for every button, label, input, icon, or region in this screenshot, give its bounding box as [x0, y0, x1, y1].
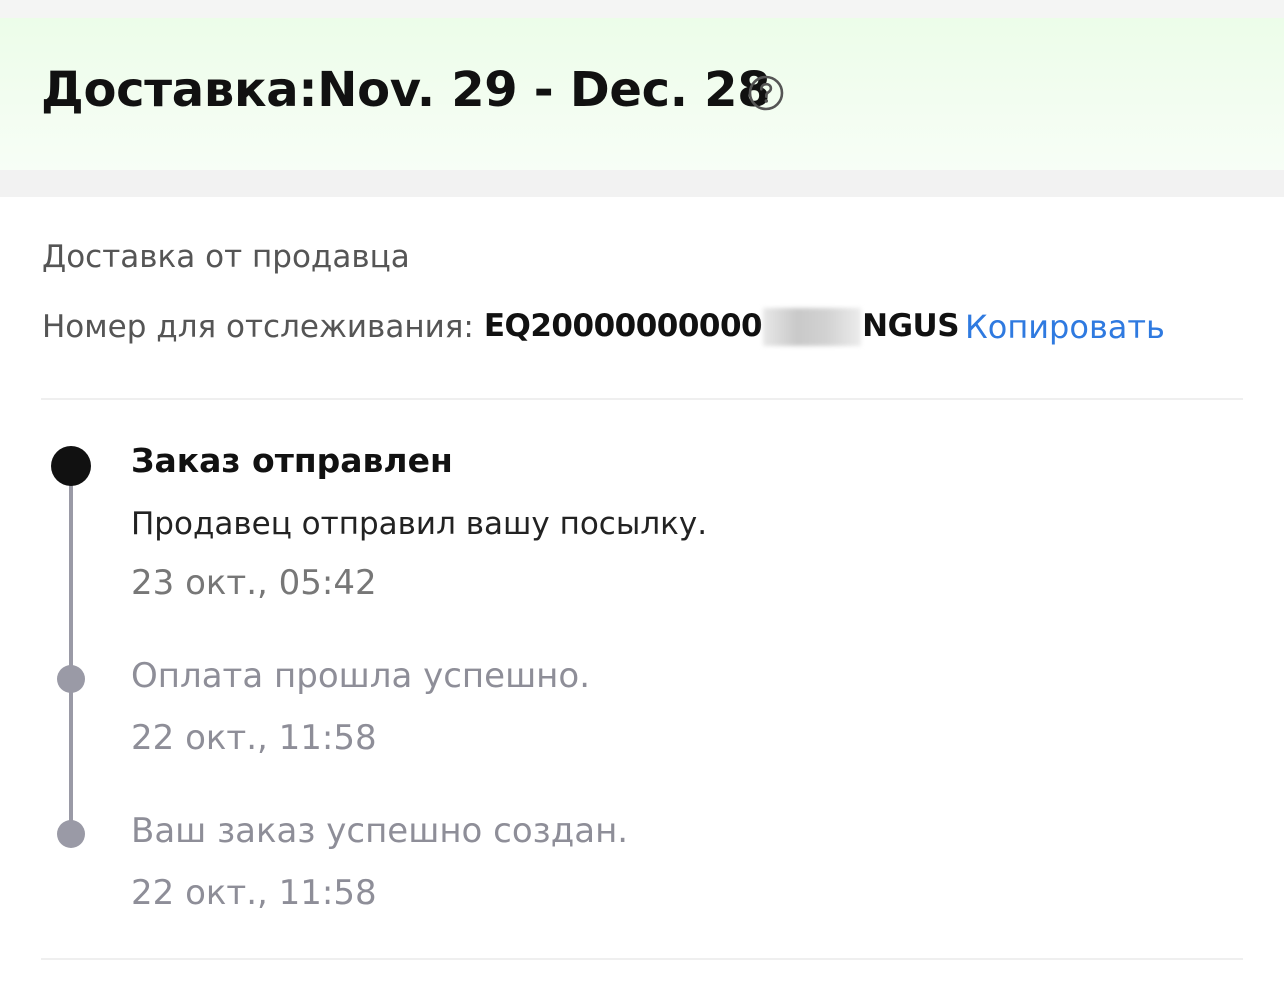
tracking-label: Номер для отслеживания:	[42, 309, 474, 345]
timeline-dot-active	[51, 446, 91, 486]
timeline-dot	[57, 820, 85, 848]
top-strip	[0, 0, 1284, 18]
divider	[41, 398, 1243, 400]
divider	[41, 958, 1243, 960]
question-circle-icon[interactable]	[748, 75, 784, 111]
delivery-title: Доставка:Nov. 29 - Dec. 28	[41, 62, 771, 118]
event-time-created: 22 окт., 11:58	[131, 873, 377, 913]
timeline-dot	[57, 665, 85, 693]
seller-delivery-label: Доставка от продавца	[42, 239, 410, 275]
event-text-shipped: Продавец отправил вашу посылку.	[131, 506, 708, 542]
event-time-shipped: 23 окт., 05:42	[131, 563, 377, 603]
tracking-number: EQ20000000000 NGUS	[483, 307, 960, 347]
tracking-number-suffix: NGUS	[862, 307, 960, 344]
tracking-number-redacted	[763, 308, 862, 347]
tracking-row: Номер для отслеживания: EQ20000000000 NGU…	[42, 306, 1165, 348]
copy-tracking-button[interactable]: Копировать	[965, 308, 1165, 346]
event-text-payment: Оплата прошла успешно.	[131, 656, 591, 696]
timeline-line	[69, 468, 73, 832]
tracking-number-prefix: EQ20000000000	[483, 307, 763, 344]
section-gap	[0, 170, 1284, 197]
event-text-created: Ваш заказ успешно создан.	[131, 811, 629, 851]
event-title-shipped: Заказ отправлен	[131, 441, 453, 480]
event-time-payment: 22 окт., 11:58	[131, 718, 377, 758]
